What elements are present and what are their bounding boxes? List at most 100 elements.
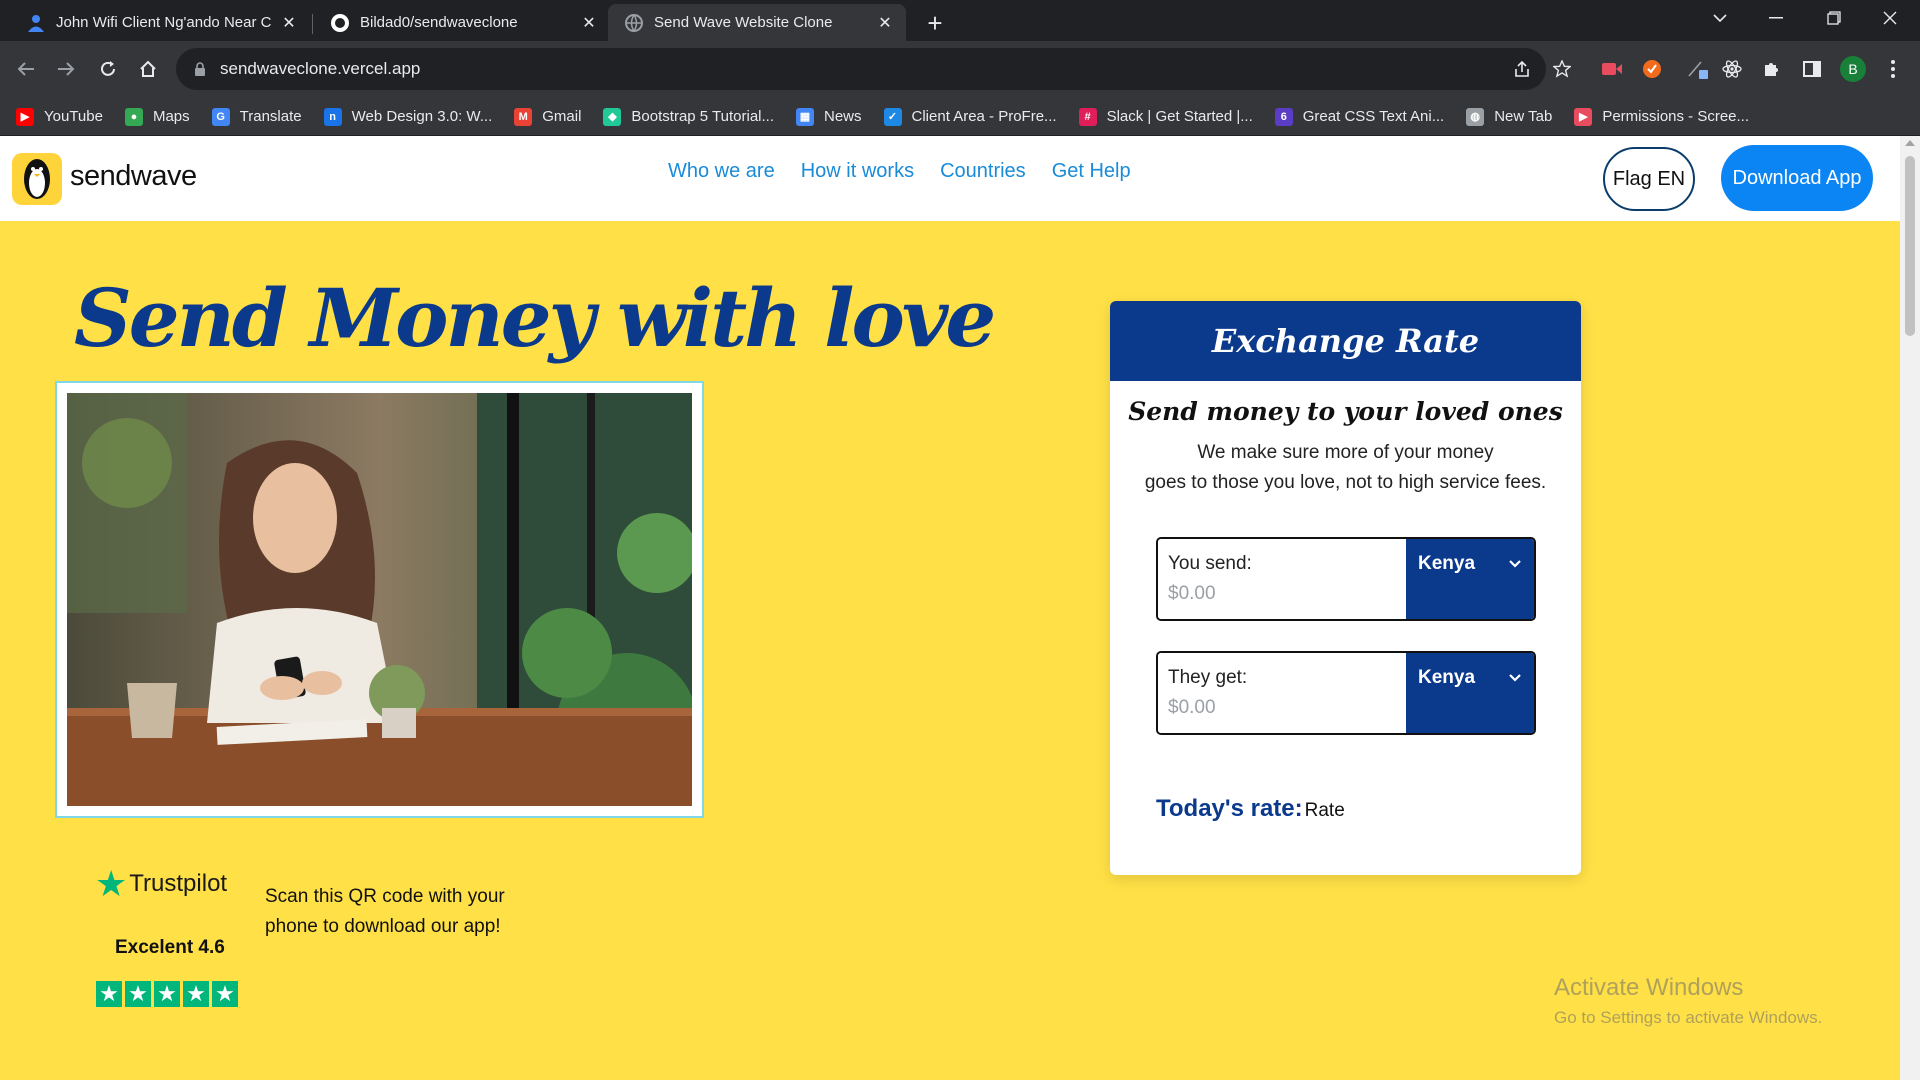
- page-viewport: sendwave Who we are How it works Countri…: [0, 136, 1900, 1080]
- main-nav: Who we are How it works Countries Get He…: [668, 160, 1157, 183]
- bookmark-maps[interactable]: ● Maps: [124, 107, 190, 126]
- css-six-icon: 6: [1274, 107, 1293, 126]
- send-country-value: Kenya: [1418, 553, 1476, 574]
- kebab-menu-icon[interactable]: [1878, 54, 1908, 84]
- tab-sendwave-clone[interactable]: Send Wave Website Clone ✕: [608, 4, 906, 41]
- rate-label: Today's rate:: [1156, 795, 1303, 822]
- person-icon: [28, 14, 44, 32]
- url-text: sendwaveclone.vercel.app: [220, 59, 421, 78]
- download-app-button[interactable]: Download App: [1721, 145, 1873, 211]
- bookmark-label: New Tab: [1494, 108, 1553, 125]
- rate-value: Rate: [1304, 800, 1345, 821]
- bookmark-label: Web Design 3.0: W...: [351, 108, 493, 125]
- close-icon[interactable]: ✕: [578, 12, 600, 34]
- nav-countries[interactable]: Countries: [940, 160, 1026, 183]
- bookmark-bootstrap[interactable]: ◆ Bootstrap 5 Tutorial...: [603, 107, 774, 126]
- trustpilot-logo[interactable]: ★ Trustpilot: [95, 866, 227, 902]
- address-bar[interactable]: sendwaveclone.vercel.app: [176, 48, 1546, 90]
- trustpilot-star-icon: ★: [95, 863, 128, 904]
- get-country-select[interactable]: Kenya: [1406, 653, 1534, 733]
- card-title: Exchange Rate: [1110, 301, 1581, 381]
- tab-search-icon[interactable]: [1692, 0, 1748, 36]
- reload-icon[interactable]: [90, 51, 126, 87]
- bookmark-slack[interactable]: # Slack | Get Started |...: [1078, 107, 1253, 126]
- react-devtools-icon[interactable]: [1717, 54, 1747, 84]
- nav-how-it-works[interactable]: How it works: [801, 160, 914, 183]
- card-description-line: We make sure more of your money: [1197, 442, 1494, 463]
- bookmark-label: Gmail: [542, 108, 582, 125]
- bookmark-gmail[interactable]: M Gmail: [514, 107, 582, 126]
- vpn-extension-icon[interactable]: [1637, 54, 1667, 84]
- tab-github[interactable]: Bildad0/sendwaveclone ✕: [314, 4, 610, 41]
- extensions-puzzle-icon[interactable]: [1757, 54, 1787, 84]
- site-header: sendwave Who we are How it works Countri…: [0, 136, 1900, 221]
- minimize-icon[interactable]: [1748, 0, 1804, 36]
- rating-star-icon: ★: [96, 981, 122, 1007]
- logo-wordmark[interactable]: sendwave: [70, 160, 197, 193]
- bookmark-label: Great CSS Text Ani...: [1302, 108, 1445, 125]
- bookmark-notion[interactable]: n Web Design 3.0: W...: [323, 107, 493, 126]
- bookmark-profreehost[interactable]: ✓ Client Area - ProFre...: [883, 107, 1057, 126]
- globe-icon: [625, 13, 643, 32]
- profile-avatar[interactable]: B: [1840, 56, 1866, 82]
- profreehost-icon: ✓: [883, 107, 902, 126]
- bookmark-globe[interactable]: ◍ New Tab: [1466, 107, 1553, 126]
- scrollbar-thumb[interactable]: [1905, 156, 1915, 336]
- home-icon[interactable]: [130, 51, 166, 87]
- watermark-subtitle: Go to Settings to activate Windows.: [1554, 1008, 1823, 1027]
- new-tab-button[interactable]: +: [920, 8, 950, 38]
- tab-divider: [312, 14, 313, 34]
- bookmark-label: Slack | Get Started |...: [1106, 108, 1253, 125]
- rating-star-icon: ★: [212, 981, 238, 1007]
- close-icon[interactable]: ✕: [874, 12, 896, 34]
- bookmark-youtube[interactable]: ▶ YouTube: [16, 107, 103, 126]
- get-placeholder: $0.00: [1168, 697, 1216, 718]
- send-placeholder: $0.00: [1168, 583, 1216, 604]
- tab-strip: John Wifi Client Ng'ando Near C ✕ Bildad…: [0, 0, 1920, 41]
- bookmark-news[interactable]: ▦ News: [796, 107, 862, 126]
- nav-get-help[interactable]: Get Help: [1052, 160, 1131, 183]
- bookmark-label: Permissions - Scree...: [1602, 108, 1750, 125]
- trustpilot-score: Excelent 4.6: [115, 937, 225, 958]
- tab-title: Bildad0/sendwaveclone: [360, 14, 518, 31]
- side-panel-icon[interactable]: [1797, 54, 1827, 84]
- send-amount-input[interactable]: You send: $0.00: [1158, 539, 1406, 619]
- scroll-up-arrow-icon[interactable]: [1905, 140, 1915, 146]
- back-arrow-icon[interactable]: [8, 51, 44, 87]
- page-scrollbar[interactable]: [1900, 136, 1920, 1080]
- pen-extension-icon[interactable]: [1683, 54, 1713, 84]
- you-send-field: You send: $0.00 Kenya: [1156, 537, 1536, 621]
- share-icon[interactable]: [1507, 54, 1537, 84]
- bookmarks-bar: ▶ YouTube ● Maps G Translate n Web Design 3.0: …: [0, 98, 1920, 136]
- bootstrap-icon: ◆: [603, 107, 622, 126]
- screencast-icon: ▶: [1574, 107, 1593, 126]
- bookmark-screencast[interactable]: ▶ Permissions - Scree...: [1574, 107, 1750, 126]
- notion-icon: n: [323, 107, 342, 126]
- tab-title: Send Wave Website Clone: [654, 14, 833, 31]
- get-country-value: Kenya: [1418, 667, 1476, 688]
- sendwave-penguin-logo-icon[interactable]: [12, 153, 62, 205]
- screencast-extension-icon[interactable]: [1597, 54, 1627, 84]
- watermark-title: Activate Windows: [1554, 974, 1744, 1001]
- send-country-select[interactable]: Kenya: [1406, 539, 1534, 619]
- close-icon[interactable]: ✕: [278, 12, 300, 34]
- card-description-line: goes to those you love, not to high serv…: [1144, 472, 1547, 493]
- slack-icon: #: [1078, 107, 1097, 126]
- bookmark-css-six[interactable]: 6 Great CSS Text Ani...: [1274, 107, 1445, 126]
- restore-icon[interactable]: [1806, 0, 1862, 36]
- rating-star-icon: ★: [154, 981, 180, 1007]
- language-flag-button[interactable]: Flag EN: [1603, 147, 1695, 211]
- window-close-icon[interactable]: [1862, 0, 1918, 36]
- bookmark-translate[interactable]: G Translate: [211, 107, 302, 126]
- rating-star-icon: ★: [125, 981, 151, 1007]
- get-label: They get:: [1168, 667, 1248, 688]
- tab-john-wifi[interactable]: John Wifi Client Ng'ando Near C ✕: [10, 4, 310, 41]
- qr-code-instructions: Scan this QR code with your phone to dow…: [265, 886, 505, 937]
- send-label: You send:: [1168, 553, 1252, 574]
- bookmark-star-icon[interactable]: [1547, 54, 1577, 84]
- lock-icon: [195, 62, 205, 76]
- nav-who-we-are[interactable]: Who we are: [668, 160, 775, 183]
- forward-arrow-icon[interactable]: [48, 51, 84, 87]
- get-amount-input[interactable]: They get: $0.00: [1158, 653, 1406, 733]
- bookmark-label: Bootstrap 5 Tutorial...: [631, 108, 774, 125]
